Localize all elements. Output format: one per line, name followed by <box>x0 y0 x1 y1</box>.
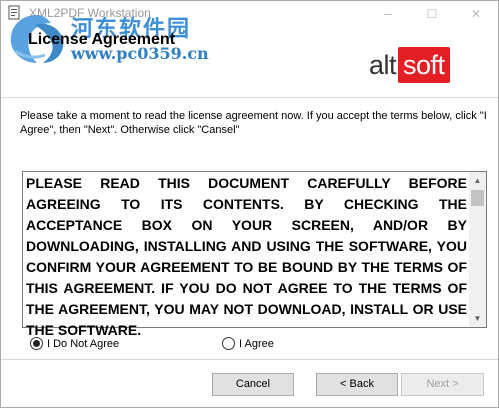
radio-do-not-agree-label[interactable]: I Do Not Agree <box>47 338 119 350</box>
brand-soft-text: soft <box>398 47 450 83</box>
brand-alt-text: alt <box>369 49 397 80</box>
installer-window: XML2PDF Workstation ─ ☐ ✕ 河东软件园 www.pc03… <box>0 0 499 408</box>
back-button[interactable]: < Back <box>316 373 398 396</box>
maximize-button[interactable]: ☐ <box>410 1 454 27</box>
scroll-up-arrow-icon[interactable]: ▲ <box>469 172 486 189</box>
next-button[interactable]: Next > <box>401 373 484 396</box>
scroll-thumb[interactable] <box>471 190 484 206</box>
license-text: PLEASE READ THIS DOCUMENT CAREFULLY BEFO… <box>26 175 467 338</box>
radio-do-not-agree[interactable]: I Do Not Agree <box>30 337 119 350</box>
instructions-text: Please take a moment to read the license… <box>20 110 487 136</box>
radio-agree-label[interactable]: I Agree <box>239 338 274 350</box>
cancel-button[interactable]: Cancel <box>212 373 294 396</box>
radio-agree[interactable]: I Agree <box>222 337 274 350</box>
license-scrollbar[interactable]: ▲ ▼ <box>469 172 486 327</box>
minimize-button[interactable]: ─ <box>366 1 410 27</box>
close-button[interactable]: ✕ <box>454 1 498 27</box>
footer-divider <box>1 359 498 360</box>
scroll-down-arrow-icon[interactable]: ▼ <box>469 310 486 327</box>
radio-agree-circle[interactable] <box>222 337 235 350</box>
header-divider <box>1 97 498 98</box>
license-text-area[interactable]: PLEASE READ THIS DOCUMENT CAREFULLY BEFO… <box>22 171 487 338</box>
radio-do-not-agree-circle[interactable] <box>30 337 43 350</box>
page-title: License Agreement <box>28 31 176 48</box>
altsoft-logo: alt soft <box>369 47 450 83</box>
